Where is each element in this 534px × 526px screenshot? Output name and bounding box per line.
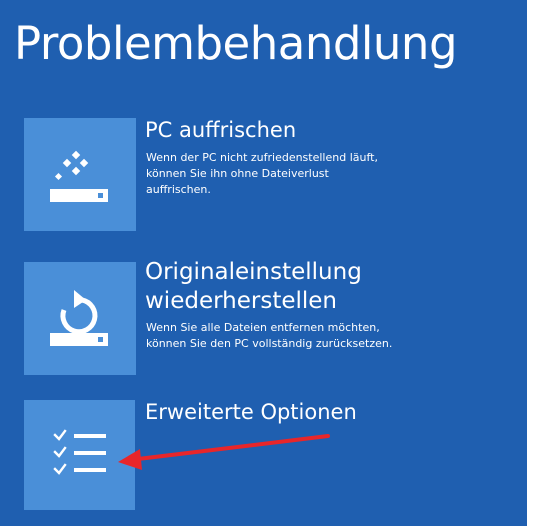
option-tile[interactable] (24, 262, 136, 375)
option-reset-pc[interactable]: Originaleinstellung wiederherstellen Wen… (24, 258, 504, 386)
option-tile[interactable] (24, 400, 135, 510)
option-title: Erweiterte Optionen (145, 400, 357, 424)
option-description: Wenn der PC nicht zufriedenstellend läuf… (146, 151, 378, 196)
option-title: Originaleinstellung wiederherstellen (145, 259, 362, 314)
reset-pc-icon (50, 290, 108, 346)
option-description: Wenn Sie alle Dateien entfernen möchten,… (146, 321, 393, 350)
advanced-options-checklist-icon (53, 429, 106, 475)
option-advanced[interactable]: Erweiterte Optionen (24, 398, 504, 516)
option-title: PC auffrischen (145, 118, 297, 142)
option-tile[interactable] (24, 118, 136, 231)
troubleshoot-screen: Problembehandlung PC auffrischen Wenn de… (0, 0, 527, 526)
page-title: Problembehandlung (14, 17, 458, 70)
refresh-pc-icon (50, 150, 108, 202)
option-refresh-pc[interactable]: PC auffrischen Wenn der PC nicht zufried… (24, 116, 504, 234)
